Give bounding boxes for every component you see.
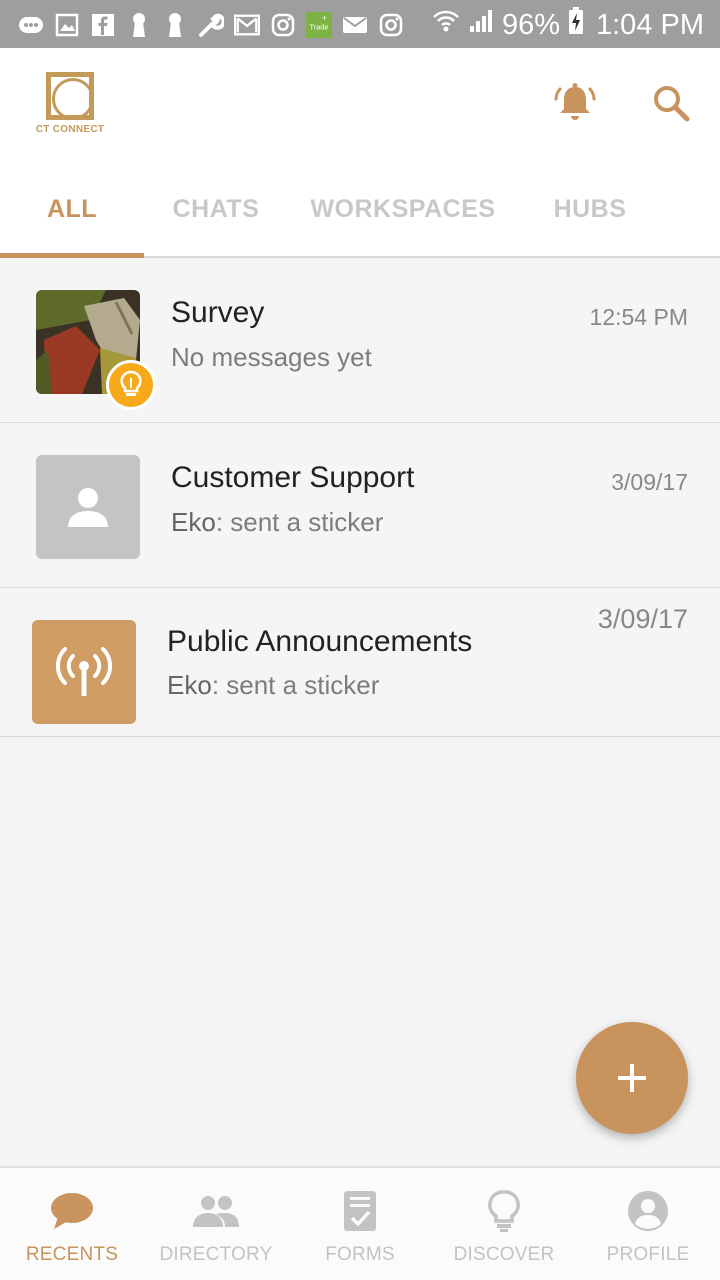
instagram-icon	[270, 12, 296, 38]
person-icon	[68, 488, 108, 527]
conversation-time: 3/09/17	[597, 604, 688, 634]
form-icon	[344, 1191, 376, 1231]
gmail-icon	[234, 12, 260, 38]
tab-all[interactable]: ALL	[0, 160, 144, 258]
keyhole-icon	[126, 12, 152, 38]
nav-profile[interactable]: PROFILE	[576, 1168, 720, 1280]
nav-forms[interactable]: FORMS	[288, 1168, 432, 1280]
conversation-title: Survey	[171, 296, 265, 329]
customer-support-avatar	[36, 455, 140, 559]
survey-badge	[106, 360, 156, 410]
conversation-time: 12:54 PM	[589, 304, 688, 330]
ct-connect-logo: CT CONNECT	[30, 70, 110, 140]
status-bar: Trade + 96% 1:04 PM	[0, 0, 720, 48]
signal-icon	[468, 8, 494, 42]
tab-chats[interactable]: CHATS	[144, 160, 288, 258]
conversation-title: Public Announcements	[167, 625, 473, 658]
search-button[interactable]	[646, 78, 696, 128]
clock: 1:04 PM	[596, 8, 704, 41]
broadcast-icon	[55, 647, 113, 696]
logo-mark	[46, 72, 94, 120]
nav-label: RECENTS	[25, 1244, 119, 1265]
conversation-preview: Eko: sent a sticker	[171, 507, 383, 538]
nav-directory[interactable]: DIRECTORY	[144, 1168, 288, 1280]
wifi-icon	[432, 8, 460, 42]
tab-hubs[interactable]: HUBS	[518, 160, 662, 258]
gallery-icon	[54, 12, 80, 38]
notifications-button[interactable]	[550, 78, 600, 128]
conversation-row-customer-support[interactable]: Customer Support Eko: sent a sticker 3/0…	[0, 423, 720, 588]
public-announcements-avatar	[32, 620, 136, 724]
plus-icon	[618, 1064, 646, 1092]
instagram-icon	[378, 12, 404, 38]
trade-app-icon: Trade +	[306, 12, 332, 38]
conversation-title: Customer Support	[171, 461, 415, 494]
logo-text: CT CONNECT	[35, 124, 105, 135]
svg-text:Trade: Trade	[309, 23, 328, 32]
sender-name: Eko	[167, 670, 212, 700]
people-icon	[193, 1196, 239, 1227]
conversation-preview: No messages yet	[171, 342, 372, 372]
conversation-time: 3/09/17	[611, 469, 688, 495]
nav-recents[interactable]: RECENTS	[0, 1168, 144, 1280]
nav-label: DIRECTORY	[159, 1244, 273, 1265]
facebook-icon	[90, 12, 116, 38]
battery-percent: 96%	[501, 8, 560, 41]
svg-text:+: +	[322, 12, 327, 22]
nav-label: PROFILE	[606, 1244, 690, 1265]
nav-label: DISCOVER	[453, 1244, 555, 1265]
tab-workspaces[interactable]: WORKSPACES	[288, 160, 518, 258]
conversation-preview: Eko: sent a sticker	[167, 670, 379, 701]
profile-icon	[628, 1191, 668, 1231]
nav-label: FORMS	[325, 1244, 395, 1265]
nav-discover[interactable]: DISCOVER	[432, 1168, 576, 1280]
battery-charging-icon	[568, 7, 584, 43]
search-icon	[654, 86, 690, 122]
system-status: 96% 1:04 PM	[432, 6, 704, 44]
lightbulb-icon	[120, 370, 142, 396]
conversation-row-public-announcements[interactable]: Public Announcements Eko: sent a sticker…	[0, 588, 720, 737]
message-text: : sent a sticker	[211, 670, 380, 700]
conversation-row-survey[interactable]: Survey No messages yet 12:54 PM	[0, 258, 720, 423]
app-header: CT CONNECT	[0, 48, 720, 160]
notification-icons: Trade +	[18, 10, 404, 40]
bell-icon	[554, 83, 596, 120]
wrench-icon	[198, 12, 224, 38]
lightbulb-icon	[488, 1190, 520, 1232]
messages-icon	[18, 12, 44, 38]
chat-bubble-icon	[51, 1193, 93, 1229]
tab-bar: ALL CHATS WORKSPACES HUBS	[0, 160, 720, 258]
new-conversation-button[interactable]	[576, 1022, 688, 1134]
bottom-navigation: RECENTS DIRECTORY FORMS DISCOVER PROFILE	[0, 1166, 720, 1280]
message-text: : sent a sticker	[215, 507, 384, 537]
mail-icon	[342, 12, 368, 38]
keyhole-icon	[162, 12, 188, 38]
sender-name: Eko	[171, 507, 216, 537]
